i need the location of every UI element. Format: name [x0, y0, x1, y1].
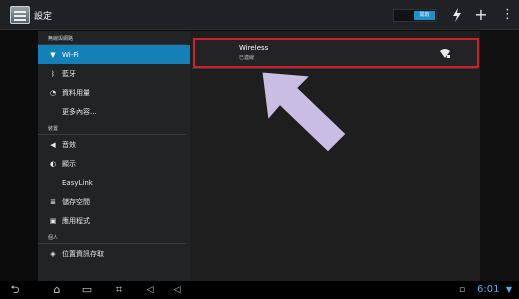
- location-icon: ◈: [50, 249, 56, 258]
- sidebar-item-data-usage[interactable]: ◔ 資料用量: [38, 83, 190, 102]
- overflow-menu-icon[interactable]: ⋮: [501, 6, 514, 24]
- data-usage-icon: ◔: [49, 88, 57, 97]
- home-icon[interactable]: ⌂: [48, 283, 66, 297]
- network-status: 已連線: [239, 55, 255, 61]
- settings-app-icon[interactable]: [10, 6, 30, 24]
- storage-icon: ≣: [50, 197, 56, 206]
- sidebar-item-wifi[interactable]: ▼ Wi-Fi: [38, 45, 190, 64]
- screenshot-icon[interactable]: ⌗: [110, 283, 128, 297]
- navigation-bar: ⮌ ⌂ ▭ ⌗ ◁ ◁ ▫ 6:01 ▼: [0, 281, 519, 299]
- settings-sidebar: 無線與網路 ▼ Wi-Fi ᛒ 藍牙 ◔ 資料用量 更多內容... 裝置 ◀ 音…: [38, 31, 190, 281]
- sidebar-item-label: Wi-Fi: [62, 50, 79, 59]
- sidebar-item-bluetooth[interactable]: ᛒ 藍牙: [38, 64, 190, 83]
- sidebar-item-location[interactable]: ◈ 位置資訊存取: [38, 244, 190, 263]
- sidebar-item-label: 藍牙: [62, 69, 76, 78]
- sidebar-item-storage[interactable]: ≣ 儲存空間: [38, 192, 190, 211]
- network-name: Wireless: [239, 44, 269, 52]
- sidebar-item-label: 位置資訊存取: [62, 249, 104, 258]
- right-margin: [480, 31, 519, 281]
- action-bar: 設定 開啟 + ⋮: [0, 0, 519, 30]
- sidebar-item-display[interactable]: ◐ 顯示: [38, 154, 190, 173]
- wifi-icon: ▼: [50, 50, 56, 59]
- sync-icon[interactable]: [448, 6, 466, 24]
- app-title: 設定: [34, 12, 53, 22]
- section-header-device: 裝置: [38, 121, 186, 135]
- wifi-toggle-label: 開啟: [414, 11, 435, 20]
- sidebar-item-label: 儲存空間: [62, 197, 90, 206]
- list-divider: [192, 68, 478, 69]
- recent-apps-icon[interactable]: ▭: [78, 283, 96, 297]
- clock: 6:01: [477, 284, 500, 295]
- sidebar-item-easylink[interactable]: EasyLink: [38, 173, 190, 192]
- sidebar-item-label: 音效: [62, 140, 76, 149]
- apps-icon: ▣: [49, 216, 57, 225]
- sidebar-item-label: 顯示: [62, 159, 76, 168]
- sidebar-item-sound[interactable]: ◀ 音效: [38, 135, 190, 154]
- wifi-status-icon: ▼: [505, 285, 513, 294]
- volume-up-icon[interactable]: ◁: [170, 283, 184, 297]
- wifi-toggle[interactable]: 開啟: [393, 9, 437, 22]
- sidebar-item-label: 應用程式: [62, 216, 90, 225]
- display-icon: ◐: [49, 159, 57, 168]
- section-header-personal: 個人: [38, 230, 186, 244]
- wifi-network-row[interactable]: Wireless 已連線: [193, 38, 479, 68]
- pointer-arrow-icon: [262, 72, 347, 153]
- section-header-wireless: 無線與網路: [38, 31, 186, 45]
- gallery-icon: ▫: [458, 285, 466, 295]
- back-icon[interactable]: ⮌: [6, 283, 24, 297]
- sidebar-item-apps[interactable]: ▣ 應用程式: [38, 211, 190, 230]
- wifi-signal-icon: [440, 49, 450, 58]
- sound-icon: ◀: [50, 140, 56, 149]
- sidebar-item-label: 更多內容...: [62, 107, 97, 116]
- bluetooth-icon: ᛒ: [50, 69, 56, 78]
- sidebar-item-more[interactable]: 更多內容...: [38, 102, 190, 121]
- sidebar-item-label: 資料用量: [62, 88, 90, 97]
- volume-down-icon[interactable]: ◁: [143, 283, 157, 297]
- add-icon[interactable]: +: [473, 6, 489, 24]
- sidebar-item-label: EasyLink: [62, 178, 93, 187]
